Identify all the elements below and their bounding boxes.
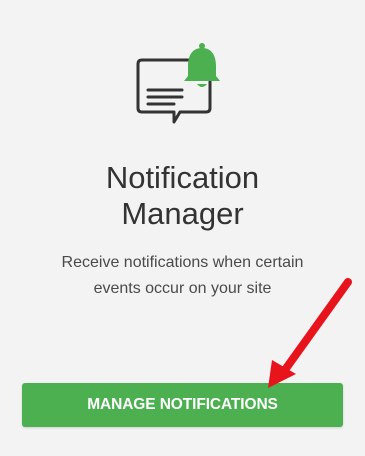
notification-manager-card: Notification Manager Receive notificatio…: [0, 0, 365, 456]
description: Receive notifications when certain event…: [30, 250, 335, 302]
message-bell-icon: [136, 43, 220, 124]
description-line-1: Receive notifications when certain: [61, 254, 304, 271]
title-line-2: Manager: [121, 196, 244, 231]
title-line-1: Notification: [105, 160, 260, 195]
manage-notifications-button[interactable]: MANAGE NOTIFICATIONS: [22, 383, 343, 427]
page-title: Notification Manager: [0, 160, 365, 232]
description-line-2: events occur on your site: [93, 280, 272, 297]
